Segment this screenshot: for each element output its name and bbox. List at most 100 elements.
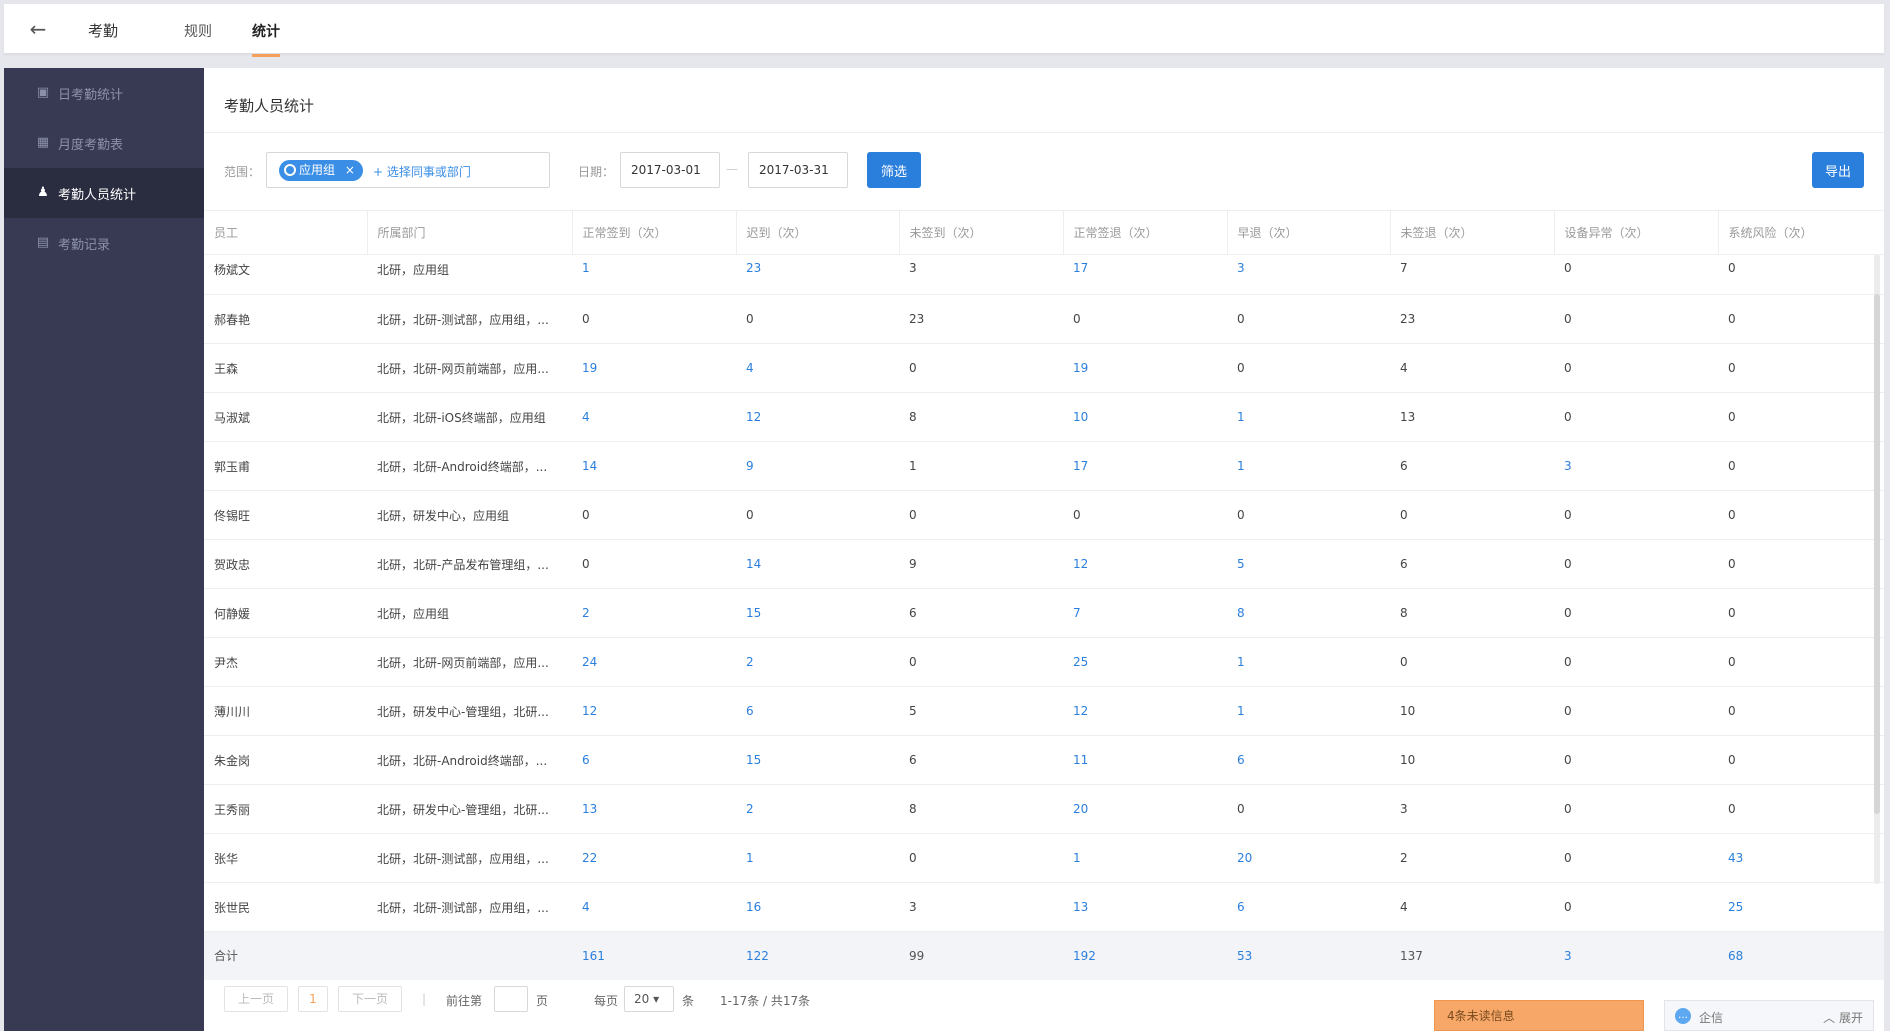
- count-cell[interactable]: 2: [736, 784, 899, 834]
- expand-button[interactable]: ︿ 展开: [1823, 1009, 1863, 1026]
- start-date-input[interactable]: [620, 152, 720, 188]
- tab-statistics[interactable]: 统计: [252, 21, 280, 57]
- total-cell[interactable]: 68: [1718, 931, 1884, 980]
- count-cell[interactable]: 6: [1227, 882, 1390, 932]
- department-cell: 北研，北研-Android终端部，...: [367, 735, 572, 785]
- count-cell[interactable]: 2: [572, 588, 736, 638]
- table-row: 王森 北研，北研-网页前端部，应用... 19 4 0 19 0 4 0 0: [204, 343, 1884, 393]
- sidebar-item-label: 月度考勤表: [58, 137, 124, 153]
- count-cell[interactable]: 1: [1227, 637, 1390, 687]
- current-page[interactable]: 1: [298, 986, 328, 1012]
- employee-name: 杨斌文: [204, 254, 367, 295]
- count-cell[interactable]: 4: [572, 882, 736, 932]
- unread-messages-bar[interactable]: 4条未读信息: [1434, 1000, 1644, 1031]
- count-cell[interactable]: 1: [1227, 441, 1390, 491]
- total-cell[interactable]: 161: [572, 931, 736, 980]
- count-cell[interactable]: 9: [736, 441, 899, 491]
- goto-page-input[interactable]: [494, 986, 528, 1012]
- qixin-chat-bar[interactable]: … 企信 ︿ 展开: [1664, 1000, 1874, 1031]
- end-date-input[interactable]: [748, 152, 848, 188]
- total-cell[interactable]: 122: [736, 931, 899, 980]
- count-cell[interactable]: 1: [1227, 392, 1390, 442]
- count-cell: 0: [1718, 784, 1884, 834]
- count-cell[interactable]: 25: [1063, 637, 1227, 687]
- count-cell[interactable]: 1: [736, 833, 899, 883]
- count-cell[interactable]: 13: [1063, 882, 1227, 932]
- per-page-label: 每页: [594, 994, 619, 1008]
- department-cell: 北研，应用组: [367, 254, 572, 295]
- main-panel: 考勤人员统计 范围： 应用组 × + 选择同事或部门 日期： — 筛选 导出 员…: [204, 68, 1884, 1031]
- back-arrow-icon[interactable]: ←: [24, 18, 52, 40]
- count-cell[interactable]: 4: [572, 392, 736, 442]
- count-cell[interactable]: 19: [1063, 343, 1227, 393]
- count-cell[interactable]: 6: [736, 686, 899, 736]
- count-cell[interactable]: 15: [736, 735, 899, 785]
- count-cell[interactable]: 19: [572, 343, 736, 393]
- add-member-link[interactable]: + 选择同事或部门: [373, 163, 471, 180]
- count-cell: 6: [1390, 441, 1554, 491]
- count-cell[interactable]: 11: [1063, 735, 1227, 785]
- total-cell[interactable]: 3: [1554, 931, 1718, 980]
- employee-name: 何静媛: [204, 588, 367, 638]
- count-cell[interactable]: 12: [1063, 539, 1227, 589]
- count-cell: 0: [1718, 490, 1884, 540]
- count-cell[interactable]: 25: [1718, 882, 1884, 932]
- count-cell: 0: [1718, 254, 1884, 295]
- count-cell[interactable]: 8: [1227, 588, 1390, 638]
- count-cell[interactable]: 6: [1227, 735, 1390, 785]
- sidebar-item-person-stats[interactable]: ♟ 考勤人员统计: [4, 168, 204, 218]
- total-cell[interactable]: 192: [1063, 931, 1227, 980]
- count-cell[interactable]: 12: [1063, 686, 1227, 736]
- count-cell[interactable]: 3: [1554, 441, 1718, 491]
- count-cell[interactable]: 20: [1063, 784, 1227, 834]
- count-cell[interactable]: 22: [572, 833, 736, 883]
- count-cell[interactable]: 23: [736, 254, 899, 295]
- prev-page-button[interactable]: 上一页: [224, 986, 288, 1012]
- sidebar-item-daily-stats[interactable]: ▣ 日考勤统计: [4, 68, 204, 118]
- scope-tag-label: 应用组: [299, 163, 336, 177]
- close-icon[interactable]: ×: [345, 163, 355, 177]
- next-page-button[interactable]: 下一页: [338, 986, 402, 1012]
- count-cell[interactable]: 14: [736, 539, 899, 589]
- count-cell[interactable]: 15: [736, 588, 899, 638]
- count-cell: 23: [899, 294, 1063, 344]
- count-cell[interactable]: 17: [1063, 254, 1227, 295]
- per-page-select[interactable]: 20 ▾: [624, 986, 674, 1012]
- count-cell[interactable]: 13: [572, 784, 736, 834]
- count-cell: 0: [1718, 637, 1884, 687]
- total-cell[interactable]: 53: [1227, 931, 1390, 980]
- export-button[interactable]: 导出: [1812, 152, 1864, 188]
- count-cell[interactable]: 17: [1063, 441, 1227, 491]
- table-scrollbar[interactable]: [1874, 254, 1880, 884]
- employee-name: 尹杰: [204, 637, 367, 687]
- filter-button[interactable]: 筛选: [867, 152, 921, 188]
- count-cell[interactable]: 6: [572, 735, 736, 785]
- count-cell[interactable]: 12: [736, 392, 899, 442]
- table-body: 杨斌文 北研，应用组 1 23 3 17 3 7 0 0 郝春艳 北研，北研-测试部，应用组，... 0…: [204, 254, 1884, 932]
- count-cell[interactable]: 24: [572, 637, 736, 687]
- count-cell[interactable]: 43: [1718, 833, 1884, 883]
- department-cell: 北研，北研-测试部，应用组，...: [367, 294, 572, 344]
- count-cell[interactable]: 7: [1063, 588, 1227, 638]
- count-cell[interactable]: 20: [1227, 833, 1390, 883]
- count-cell[interactable]: 2: [736, 637, 899, 687]
- sidebar-item-monthly-sheet[interactable]: ▦ 月度考勤表: [4, 118, 204, 168]
- count-cell[interactable]: 1: [1227, 686, 1390, 736]
- department-cell: 北研，北研-网页前端部，应用...: [367, 343, 572, 393]
- count-cell[interactable]: 1: [1063, 833, 1227, 883]
- count-cell[interactable]: 1: [572, 254, 736, 295]
- sidebar: ▣ 日考勤统计 ▦ 月度考勤表 ♟ 考勤人员统计 ▤ 考勤记录: [4, 68, 204, 1031]
- count-cell[interactable]: 3: [1227, 254, 1390, 295]
- count-cell[interactable]: 5: [1227, 539, 1390, 589]
- count-cell[interactable]: 16: [736, 882, 899, 932]
- count-cell[interactable]: 12: [572, 686, 736, 736]
- count-cell[interactable]: 14: [572, 441, 736, 491]
- employee-name: 郭玉甫: [204, 441, 367, 491]
- count-cell[interactable]: 10: [1063, 392, 1227, 442]
- tab-rules[interactable]: 规则: [184, 21, 212, 41]
- count-cell[interactable]: 4: [736, 343, 899, 393]
- scope-selector[interactable]: 应用组 × + 选择同事或部门: [266, 152, 550, 188]
- count-cell: 0: [1554, 343, 1718, 393]
- scrollbar-thumb[interactable]: [1874, 294, 1880, 814]
- sidebar-item-records[interactable]: ▤ 考勤记录: [4, 218, 204, 268]
